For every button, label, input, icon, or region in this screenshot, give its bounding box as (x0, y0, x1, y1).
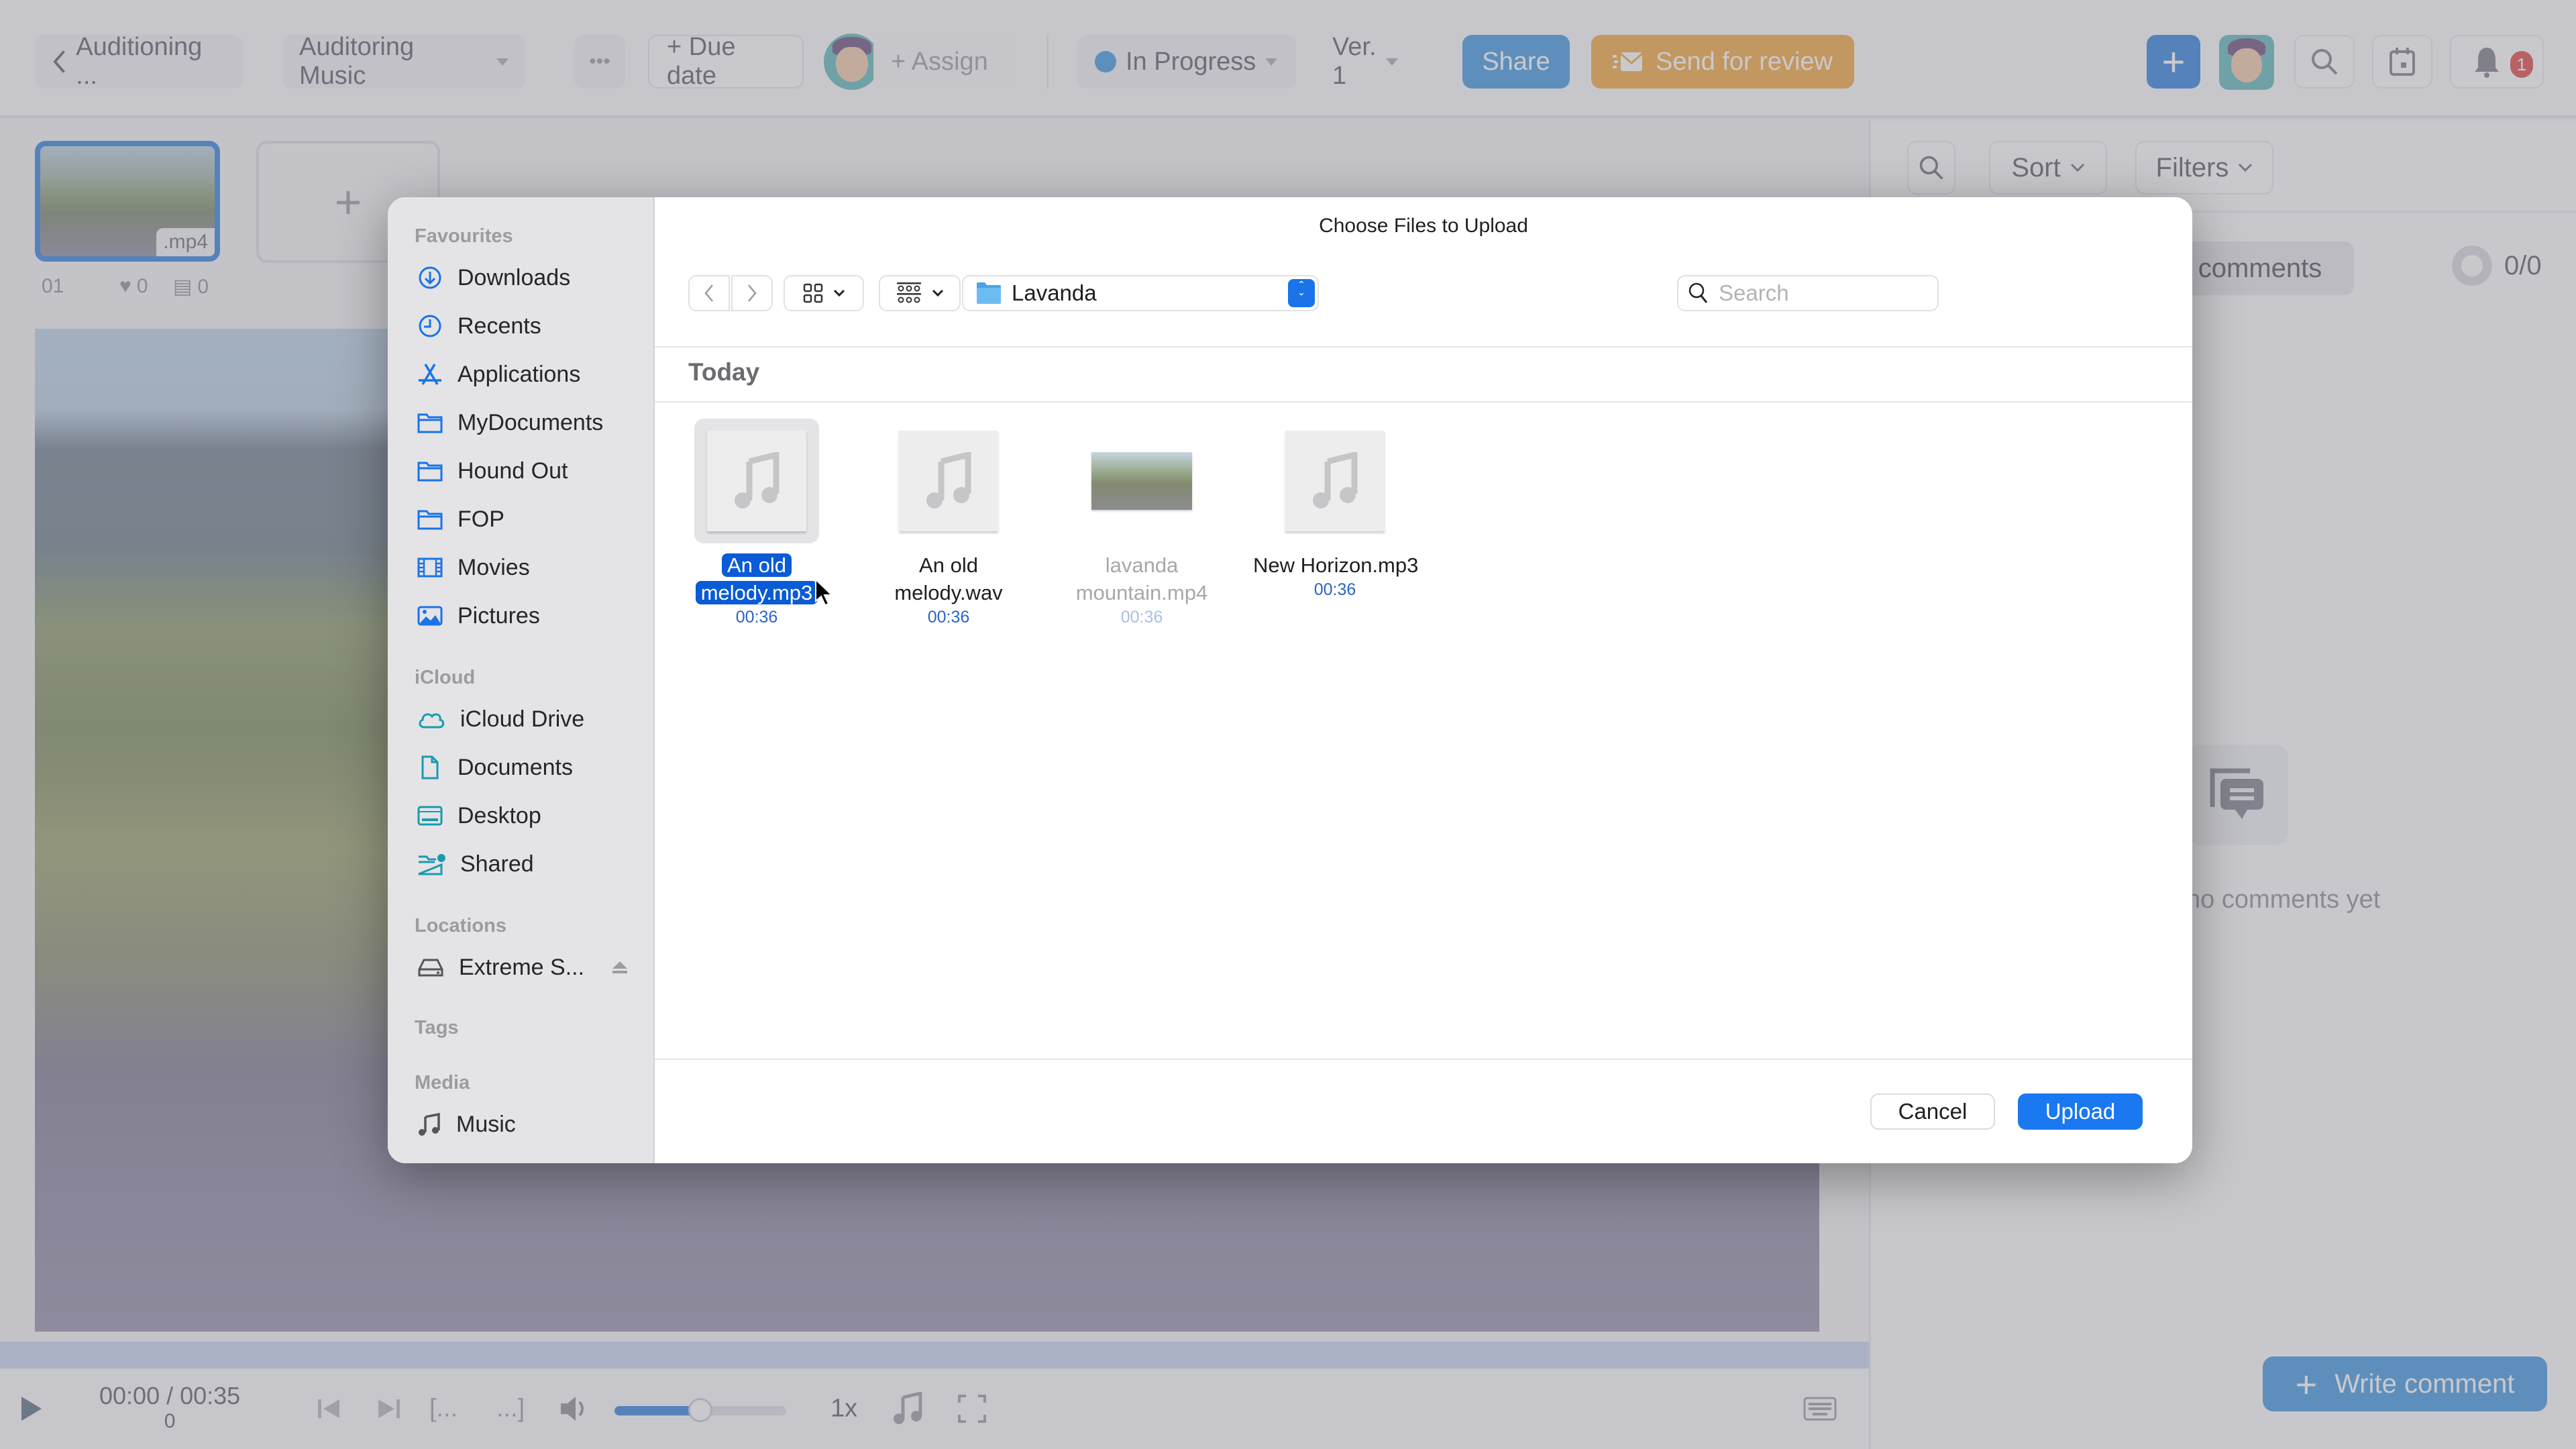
document-icon (421, 755, 439, 780)
sidebar-section-icloud: iCloud (415, 667, 476, 688)
file-duration: 00:36 (735, 608, 778, 627)
upload-button[interactable]: Upload (2018, 1093, 2143, 1130)
desktop-icon (417, 806, 443, 826)
chevron-right-icon (748, 284, 757, 302)
folder-icon (417, 510, 443, 530)
clock-icon (419, 315, 441, 337)
file-name: lavanda mountain.mp4 (1075, 553, 1208, 604)
dialog-main: Choose Files to Upload Lavanda ˆˇ Search… (655, 197, 2192, 1163)
sidebar-section-media: Media (415, 1072, 470, 1093)
sidebar-item-fop[interactable]: FOP (417, 500, 639, 538)
cloud-icon (419, 713, 445, 729)
search-icon (1688, 282, 1708, 303)
file-duration: 00:36 (927, 608, 970, 627)
sidebar-item-applications[interactable]: Applications (417, 356, 639, 393)
folder-icon (977, 282, 1001, 304)
sidebar-item-music[interactable]: Music (417, 1106, 639, 1143)
group-header-today: Today (688, 358, 760, 386)
sidebar-section-locations: Locations (415, 915, 506, 936)
chevron-left-icon (704, 284, 713, 302)
file-search-input[interactable]: Search (1677, 275, 1939, 311)
sidebar-section-tags: Tags (415, 1017, 459, 1038)
search-placeholder: Search (1719, 280, 1789, 305)
chevron-down-icon (932, 289, 944, 297)
audio-file-icon (707, 431, 806, 531)
sidebar-item-pictures[interactable]: Pictures (417, 597, 639, 635)
mouse-cursor-icon (815, 578, 834, 606)
divider (655, 346, 2192, 347)
file-item[interactable]: An old melody.wav 00:36 (861, 419, 1036, 627)
file-duration: 00:36 (1120, 608, 1163, 627)
grid-view-icon (803, 283, 823, 303)
music-note-icon (419, 1112, 440, 1136)
eject-icon[interactable] (611, 960, 629, 975)
drive-icon (418, 959, 443, 977)
sidebar-item-documents[interactable]: Documents (417, 749, 639, 786)
sidebar-item-downloads[interactable]: Downloads (417, 259, 639, 297)
shared-folder-icon (418, 854, 445, 875)
file-name: New Horizon.mp3 (1253, 553, 1419, 577)
divider (655, 1059, 2192, 1060)
applications-icon (419, 364, 441, 385)
back-nav-button[interactable] (688, 275, 730, 311)
divider (655, 401, 2192, 402)
sidebar-item-shared[interactable]: Shared (417, 845, 639, 883)
file-upload-dialog: Favourites Downloads Recents Application… (388, 197, 2192, 1163)
sidebar-item-mydocuments[interactable]: MyDocuments (417, 404, 639, 441)
file-item[interactable]: New Horizon.mp3 00:36 (1248, 419, 1422, 600)
dialog-title: Choose Files to Upload (1319, 215, 1528, 237)
group-by-dropdown[interactable] (879, 275, 961, 311)
file-duration: 00:36 (1313, 580, 1356, 599)
folder-icon (417, 413, 443, 433)
sidebar-section-favourites: Favourites (415, 225, 513, 247)
file-item: lavanda mountain.mp4 00:36 (1055, 419, 1229, 627)
up-down-stepper-icon: ˆˇ (1288, 279, 1315, 307)
group-view-icon (897, 282, 921, 303)
photo-icon (417, 606, 443, 626)
cancel-button[interactable]: Cancel (1870, 1093, 1995, 1130)
audio-file-icon (1285, 431, 1385, 531)
sidebar-item-recents[interactable]: Recents (417, 307, 639, 345)
download-icon (419, 266, 441, 289)
chevron-down-icon (833, 289, 845, 297)
dialog-sidebar: Favourites Downloads Recents Application… (388, 197, 655, 1163)
file-name: An old melody.wav (894, 553, 1003, 604)
sidebar-item-hound-out[interactable]: Hound Out (417, 452, 639, 490)
view-mode-dropdown[interactable] (784, 275, 864, 311)
sidebar-item-extreme-drive[interactable]: Extreme S... (417, 949, 639, 986)
location-label: Lavanda (1012, 280, 1097, 305)
video-thumbnail (1091, 452, 1192, 510)
folder-icon (417, 462, 443, 482)
film-icon (417, 557, 443, 578)
forward-nav-button[interactable] (731, 275, 773, 311)
sidebar-item-desktop[interactable]: Desktop (417, 797, 639, 835)
location-dropdown[interactable]: Lavanda ˆˇ (962, 275, 1319, 311)
audio-file-icon (899, 431, 998, 531)
sidebar-item-icloud-drive[interactable]: iCloud Drive (417, 700, 639, 738)
sidebar-item-movies[interactable]: Movies (417, 549, 639, 586)
